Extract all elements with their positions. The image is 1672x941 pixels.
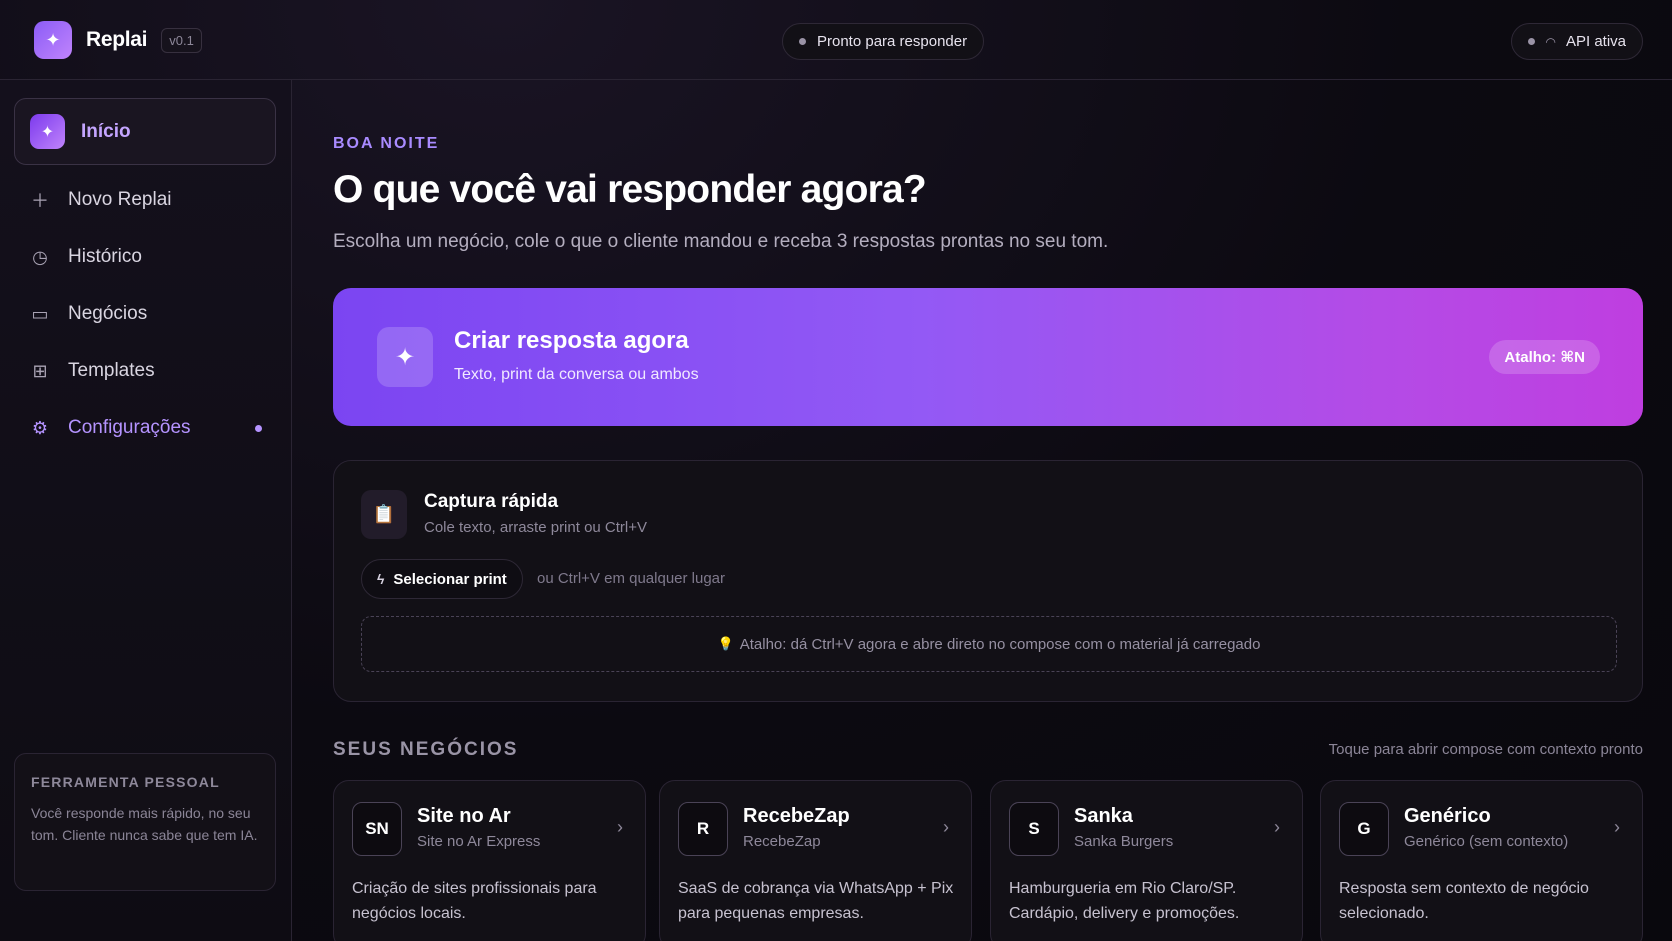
drop-zone-text: Atalho: dá Ctrl+V agora e abre direto no… [739, 635, 1261, 653]
sidebar-item-label: Configurações [68, 417, 191, 438]
sidebar-item-label: Novo Replai [68, 189, 172, 210]
briefcase-icon: ▭ [31, 303, 49, 324]
business-card-sanka[interactable]: S Sanka Sanka Burgers › Hamburgueria em … [990, 780, 1303, 941]
page-title: O que você vai responder agora? [333, 168, 927, 211]
chevron-right-icon: › [617, 817, 623, 837]
business-description: Criação de sites profissionais para negó… [352, 880, 597, 922]
business-subtitle: RecebeZap [743, 833, 821, 850]
capture-title: Captura rápida [424, 491, 559, 512]
business-card-recebezap[interactable]: R RecebeZap RecebeZap › SaaS de cobrança… [659, 780, 972, 941]
business-card-generico[interactable]: G Genérico Genérico (sem contexto) › Res… [1320, 780, 1643, 941]
businesses-hint: Toque para abrir compose com contexto pr… [1328, 741, 1643, 758]
business-name: Site no Ar [417, 805, 511, 827]
shortcut-badge: Atalho: ⌘N [1489, 340, 1600, 374]
cta-title: Criar resposta agora [454, 327, 689, 354]
sidebar-item-label: Negócios [68, 303, 148, 324]
businesses-heading: SEUS NEGÓCIOS [333, 739, 519, 760]
chevron-right-icon: › [1274, 817, 1280, 837]
select-print-label: Selecionar print [393, 570, 507, 588]
sidebar-item-historico[interactable]: ◷ Histórico [28, 237, 278, 277]
api-status-text: API ativa [1565, 33, 1626, 50]
bolt-icon: ϟ [377, 571, 385, 587]
business-name: Sanka [1074, 805, 1133, 827]
business-subtitle: Site no Ar Express [417, 833, 541, 850]
sidebar-item-label: Templates [68, 360, 155, 381]
notification-dot [255, 424, 262, 432]
sidebar-item-label: Início [81, 120, 131, 142]
wifi-icon: ◠ [1545, 34, 1556, 49]
clipboard-icon: 📋 [361, 490, 407, 539]
tool-card-title: FERRAMENTA PESSOAL [31, 774, 220, 790]
sidebar: ✦ Início ＋ Novo Replai ◷ Histórico ▭ Neg… [0, 80, 292, 941]
api-dot-icon [1528, 38, 1536, 45]
sparkle-icon: ✦ [377, 327, 433, 387]
business-name: Genérico [1404, 805, 1491, 827]
chevron-right-icon: › [943, 817, 949, 837]
capture-subtitle: Cole texto, arraste print ou Ctrl+V [424, 519, 648, 536]
page-subtitle: Escolha um negócio, cole o que o cliente… [333, 231, 1109, 252]
avatar: R [678, 802, 728, 856]
app-window: ✦ Replai v0.1 Pronto para responder ◠ AP… [0, 0, 1672, 941]
sidebar-item-label: Histórico [68, 246, 142, 267]
tool-card-text: Você responde mais rápido, no seu tom. C… [31, 805, 258, 843]
sidebar-item-templates[interactable]: ⊞ Templates [28, 351, 278, 391]
business-description: Resposta sem contexto de negócio selecio… [1339, 880, 1589, 922]
api-status-pill: ◠ API ativa [1511, 23, 1643, 60]
capture-hint: ou Ctrl+V em qualquer lugar [537, 570, 726, 587]
create-reply-button[interactable]: ✦ Criar resposta agora Texto, print da c… [333, 288, 1643, 426]
chevron-right-icon: › [1614, 817, 1620, 837]
business-name: RecebeZap [743, 805, 850, 827]
grid-icon: ⊞ [32, 360, 48, 381]
status-text: Pronto para responder [817, 33, 968, 50]
status-pill: Pronto para responder [782, 23, 985, 60]
business-subtitle: Sanka Burgers [1074, 833, 1174, 850]
history-icon: ◷ [32, 246, 48, 267]
business-card-site-no-ar[interactable]: SN Site no Ar Site no Ar Express › Criaç… [333, 780, 646, 941]
avatar: G [1339, 802, 1389, 856]
tool-info-card: FERRAMENTA PESSOAL Você responde mais rá… [14, 753, 276, 891]
avatar: S [1009, 802, 1059, 856]
brand[interactable]: ✦ Replai v0.1 [34, 21, 202, 59]
sparkle-icon: ✦ [30, 114, 65, 149]
sparkle-logo-icon: ✦ [34, 21, 72, 59]
quick-capture-card: 📋 Captura rápida Cole texto, arraste pri… [333, 460, 1643, 702]
lightbulb-icon: 💡 [717, 636, 734, 651]
avatar: SN [352, 802, 402, 856]
status-dot-icon [799, 38, 806, 45]
gear-icon: ⚙ [31, 417, 49, 438]
version-badge: v0.1 [161, 27, 202, 53]
sidebar-item-novo-replai[interactable]: ＋ Novo Replai [28, 180, 278, 220]
business-description: SaaS de cobrança via WhatsApp + Pix para… [678, 880, 954, 922]
drop-zone[interactable]: 💡 Atalho: dá Ctrl+V agora e abre direto … [361, 616, 1617, 672]
select-print-button[interactable]: ϟ Selecionar print [361, 559, 523, 599]
sidebar-item-inicio[interactable]: ✦ Início [14, 98, 276, 165]
business-description: Hamburgueria em Rio Claro/SP. Cardápio, … [1009, 880, 1240, 922]
sidebar-item-configuracoes[interactable]: ⚙ Configurações [28, 408, 278, 448]
app-name: Replai [86, 28, 148, 51]
greeting: BOA NOITE [333, 135, 440, 152]
cta-subtitle: Texto, print da conversa ou ambos [454, 366, 699, 383]
top-bar: ✦ Replai v0.1 Pronto para responder ◠ AP… [0, 0, 1672, 80]
plus-icon: ＋ [31, 191, 49, 211]
sidebar-item-negocios[interactable]: ▭ Negócios [28, 294, 278, 334]
business-subtitle: Genérico (sem contexto) [1404, 833, 1569, 850]
